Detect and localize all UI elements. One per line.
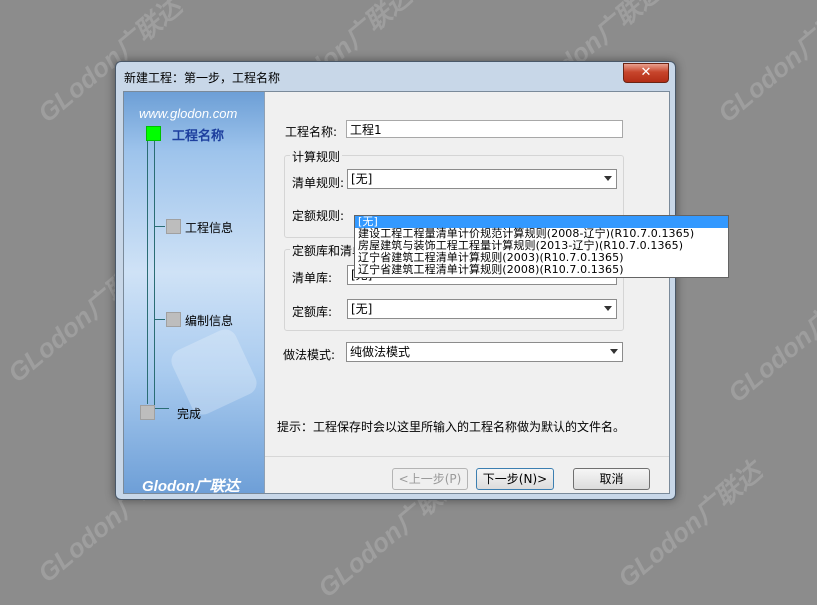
project-name-input[interactable]: 工程1 [346, 120, 623, 138]
glodon-logo: Glodon广联达 [142, 478, 240, 493]
calc-rules-group-title: 计算规则 [290, 148, 343, 165]
next-button[interactable]: 下一步(N)> [476, 468, 554, 490]
dropdown-option[interactable]: 辽宁省建筑工程清单计算规则(2008)(R10.7.0.1365) [355, 264, 728, 276]
step-connector [154, 134, 155, 409]
mode-value: 纯做法模式 [350, 345, 411, 359]
quota-rule-label: 定额规则: [292, 209, 345, 223]
chevron-down-icon[interactable] [610, 349, 618, 354]
step-label-project-name: 工程名称 [172, 129, 225, 144]
step-indicator-project-info [166, 219, 181, 234]
list-rule-dropdown[interactable]: [无] 建设工程工程量清单计价规范计算规则(2008-辽宁)(R10.7.0.1… [354, 215, 729, 278]
chevron-down-icon[interactable] [604, 306, 612, 311]
quota-lib-select[interactable]: [无] [347, 299, 617, 319]
close-button[interactable]: ✕ [623, 63, 669, 83]
step-label-compile-info: 编制信息 [185, 314, 234, 328]
mode-select[interactable]: 纯做法模式 [346, 342, 623, 362]
hint-text: 提示：工程保存时会以这里所输入的工程名称做为默认的文件名。 [277, 420, 626, 434]
step-indicator-project-name [146, 126, 161, 141]
new-project-dialog: 新建工程：第一步，工程名称 ✕ www.glodon.com 工程名称 工程信息… [115, 61, 729, 500]
list-rule-select[interactable]: [无] [347, 169, 617, 189]
wizard-sidebar: www.glodon.com 工程名称 工程信息 编制信息 完成 Glodon广… [124, 92, 264, 493]
project-name-label: 工程名称: [285, 125, 338, 139]
step-connector [147, 134, 148, 404]
list-rule-value: [无] [351, 172, 373, 186]
list-rule-label: 清单规则: [292, 176, 345, 190]
title-bar[interactable]: 新建工程：第一步，工程名称 ✕ [116, 62, 675, 90]
step-connector [154, 408, 169, 409]
sidebar-url: www.glodon.com [139, 106, 238, 121]
chevron-down-icon[interactable] [604, 176, 612, 181]
step-label-finish: 完成 [177, 407, 202, 421]
step-label-project-info: 工程信息 [185, 221, 234, 235]
quota-lib-label: 定额库: [292, 305, 333, 319]
step-indicator-compile-info [166, 312, 181, 327]
step-connector [154, 226, 165, 227]
button-separator [265, 456, 669, 457]
watermark: GLodon广联达 [722, 271, 817, 409]
dialog-client: www.glodon.com 工程名称 工程信息 编制信息 完成 Glodon广… [123, 91, 729, 494]
step-indicator-finish [140, 405, 155, 420]
mode-label: 做法模式: [283, 348, 336, 362]
watermark: GLodon广联达 [712, 0, 817, 129]
quota-lib-value: [无] [351, 302, 373, 316]
step-connector [154, 319, 165, 320]
cancel-button[interactable]: 取消 [573, 468, 650, 490]
prev-button[interactable]: <上一步(P) [392, 468, 468, 490]
close-icon: ✕ [640, 65, 652, 80]
dialog-title: 新建工程：第一步，工程名称 [124, 71, 281, 85]
list-lib-label: 清单库: [292, 271, 333, 285]
sidebar-separator [264, 92, 265, 493]
